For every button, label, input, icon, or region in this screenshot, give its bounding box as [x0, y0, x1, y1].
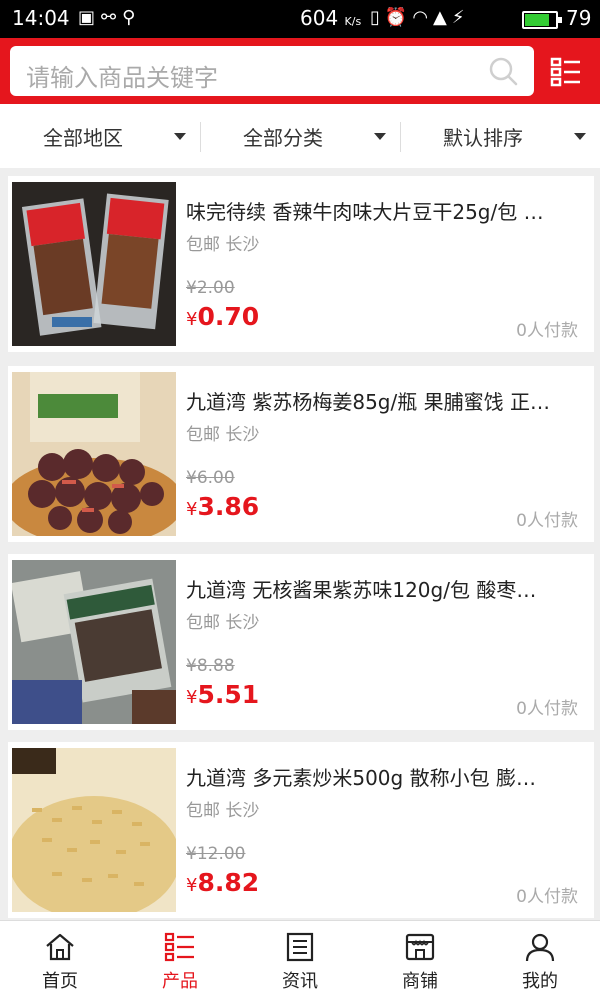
product-item[interactable]: 九道湾 无核酱果紫苏味120g/包 酸枣… 包邮 长沙 ¥8.88 ¥5.51 …	[8, 554, 594, 730]
product-title[interactable]: 九道湾 紫苏杨梅姜85g/瓶 果脯蜜饯 正…	[186, 386, 586, 415]
product-item[interactable]: 味完待续 香辣牛肉味大片豆干25g/包 … 包邮 长沙 ¥2.00 ¥0.70 …	[8, 176, 594, 352]
system-icons: ▯⏰◠▲⚡	[370, 7, 470, 28]
product-sold-count: 0人付款	[516, 887, 578, 907]
tab-products[interactable]: 产品	[120, 921, 240, 1000]
battery-percent: 79	[566, 6, 592, 30]
battery-fill	[525, 14, 549, 26]
chevron-down-icon	[374, 133, 386, 140]
product-image-jujube[interactable]	[12, 560, 176, 724]
status-bar: 14:04 ▣⚯⚲ 604 K/s ▯⏰◠▲⚡ 79	[0, 0, 600, 38]
product-image-bayberry[interactable]	[12, 372, 176, 536]
filter-sort-label: 默认排序	[443, 125, 523, 150]
tab-news[interactable]: 资讯	[240, 921, 360, 1000]
product-title[interactable]: 味完待续 香辣牛肉味大片豆干25g/包 …	[186, 196, 586, 225]
filter-region[interactable]: 全部地区	[0, 104, 200, 168]
product-item[interactable]: 九道湾 多元素炒米500g 散称小包 膨… 包邮 长沙 ¥12.00 ¥8.82…	[8, 742, 594, 918]
product-old-price: ¥6.00	[186, 468, 235, 488]
search-icon[interactable]	[488, 56, 518, 86]
filter-category[interactable]: 全部分类	[200, 104, 400, 168]
product-sold-count: 0人付款	[516, 321, 578, 341]
search-placeholder: 请输入商品关键字	[26, 64, 218, 92]
tab-home-label: 首页	[42, 971, 78, 992]
product-price: ¥3.86	[186, 492, 260, 521]
product-price: ¥8.82	[186, 868, 260, 897]
product-title[interactable]: 九道湾 多元素炒米500g 散称小包 膨…	[186, 762, 586, 791]
user-icon	[525, 933, 555, 962]
product-meta: 包邮 长沙	[186, 801, 260, 821]
filter-sort[interactable]: 默认排序	[400, 104, 600, 168]
product-sold-count: 0人付款	[516, 511, 578, 531]
chevron-down-icon	[174, 133, 186, 140]
category-menu-icon[interactable]	[550, 56, 582, 88]
tab-me-label: 我的	[522, 971, 558, 992]
product-title[interactable]: 九道湾 无核酱果紫苏味120g/包 酸枣…	[186, 574, 586, 603]
tab-stores-label: 商铺	[402, 971, 438, 992]
tab-home[interactable]: 首页	[0, 921, 120, 1000]
tab-me[interactable]: 我的	[480, 921, 600, 1000]
chevron-down-icon	[574, 133, 586, 140]
notification-icons: ▣⚯⚲	[78, 7, 142, 28]
product-image-fried-rice[interactable]	[12, 748, 176, 912]
tab-stores[interactable]: 商铺	[360, 921, 480, 1000]
product-item[interactable]: 九道湾 紫苏杨梅姜85g/瓶 果脯蜜饯 正… 包邮 长沙 ¥6.00 ¥3.86…	[8, 366, 594, 542]
product-old-price: ¥12.00	[186, 844, 246, 864]
tab-news-label: 资讯	[282, 971, 318, 992]
news-icon	[286, 932, 314, 962]
tab-products-label: 产品	[162, 971, 198, 992]
product-image-tofu[interactable]	[12, 182, 176, 346]
filter-bar: 全部地区 全部分类 默认排序	[0, 104, 600, 168]
product-price: ¥0.70	[186, 302, 260, 331]
product-price: ¥5.51	[186, 680, 260, 709]
product-old-price: ¥8.88	[186, 656, 235, 676]
product-sold-count: 0人付款	[516, 699, 578, 719]
product-meta: 包邮 长沙	[186, 235, 260, 255]
product-old-price: ¥2.00	[186, 278, 235, 298]
battery-icon	[522, 11, 562, 29]
top-header: 请输入商品关键字	[0, 38, 600, 104]
store-icon	[405, 933, 435, 961]
status-time: 14:04	[12, 6, 70, 30]
product-meta: 包邮 长沙	[186, 613, 260, 633]
filter-region-label: 全部地区	[43, 125, 123, 150]
net-speed: 604 K/s	[300, 6, 362, 30]
filter-category-label: 全部分类	[243, 125, 323, 150]
search-input[interactable]: 请输入商品关键字	[10, 46, 534, 96]
product-meta: 包邮 长沙	[186, 425, 260, 445]
home-icon	[46, 933, 74, 961]
list-icon	[164, 932, 194, 962]
bottom-tab-bar: 首页 产品 资讯 商铺 我的	[0, 920, 600, 1000]
